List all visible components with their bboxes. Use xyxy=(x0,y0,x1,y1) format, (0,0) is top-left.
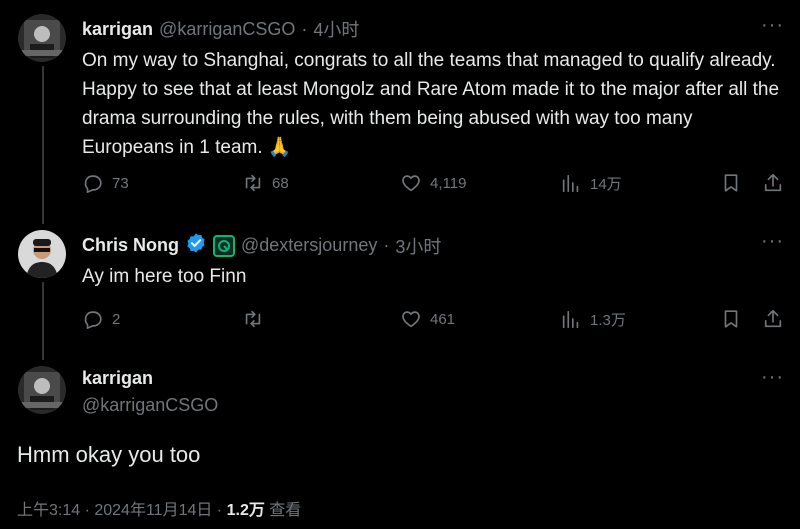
avatar[interactable] xyxy=(18,14,66,62)
affiliate-badge-icon[interactable] xyxy=(213,234,235,257)
share-icon xyxy=(764,309,782,328)
author-name[interactable]: karrigan xyxy=(82,19,153,40)
tweet-chris-nong[interactable]: Chris Nong @dextersjourney · 3小时 ··· Ay … xyxy=(0,220,800,360)
reply-count: 73 xyxy=(112,174,129,192)
views-total: 1.2万 xyxy=(226,502,265,519)
author-handle[interactable]: @dextersjourney xyxy=(241,235,377,256)
heart-icon xyxy=(402,175,420,192)
tweet-text: Hmm okay you too xyxy=(17,442,201,467)
timestamp[interactable]: 4小时 xyxy=(313,16,359,42)
author-name[interactable]: Chris Nong xyxy=(82,235,179,256)
tweet-karrigan[interactable]: karrigan @karriganCSGO · 4小时 ··· On my w… xyxy=(0,0,800,224)
thread-line xyxy=(42,66,44,224)
views-count: 1.3万 xyxy=(590,311,626,329)
share-button[interactable] xyxy=(762,172,784,194)
author-name[interactable]: karrigan xyxy=(82,368,153,389)
tweet-header: Chris Nong @dextersjourney · 3小时 xyxy=(82,232,441,259)
post-datetime[interactable]: 上午3:14 · 2024年11月14日 · xyxy=(17,502,227,519)
views-count: 14万 xyxy=(590,175,622,193)
reply-button[interactable]: 2 xyxy=(82,308,120,330)
bookmark-button[interactable] xyxy=(720,172,742,194)
repost-button[interactable] xyxy=(242,308,272,330)
like-count: 461 xyxy=(430,310,456,328)
author-name-row: karrigan xyxy=(82,368,153,389)
avatar[interactable] xyxy=(18,230,66,278)
author-handle-row: @karriganCSGO xyxy=(82,395,218,416)
views-button[interactable]: 1.3万 xyxy=(560,308,626,330)
tweet-text: On my way to Shanghai, congrats to all t… xyxy=(82,50,780,158)
author-handle[interactable]: @karriganCSGO xyxy=(159,19,295,40)
heart-icon xyxy=(402,311,420,328)
reply-icon xyxy=(84,311,102,329)
more-options-icon[interactable]: ··· xyxy=(761,230,784,253)
action-bar: 73 68 4,119 14万 xyxy=(82,172,784,198)
reply-button[interactable]: 73 xyxy=(82,172,129,194)
like-button[interactable]: 461 xyxy=(400,308,455,330)
separator: · xyxy=(383,235,390,255)
tweet-text: Ay im here too Finn xyxy=(82,266,247,287)
more-options-icon[interactable]: ··· xyxy=(761,14,784,37)
more-options-icon[interactable]: ··· xyxy=(761,366,784,389)
share-icon xyxy=(764,173,782,192)
views-button[interactable]: 14万 xyxy=(560,172,622,194)
bookmark-icon xyxy=(724,310,738,328)
like-button[interactable]: 4,119 xyxy=(400,172,466,194)
like-count: 4,119 xyxy=(430,174,467,192)
repost-icon xyxy=(245,174,261,192)
share-button[interactable] xyxy=(762,308,784,330)
tweet-header: karrigan @karriganCSGO · 4小时 xyxy=(82,16,359,42)
views-chart-icon xyxy=(562,310,579,329)
bookmark-icon xyxy=(724,174,738,192)
bookmark-button[interactable] xyxy=(720,308,742,330)
action-bar: 2 461 1.3万 xyxy=(82,308,784,334)
reply-icon xyxy=(84,175,102,193)
timestamp[interactable]: 3小时 xyxy=(395,233,441,259)
author-handle[interactable]: @karriganCSGO xyxy=(82,395,218,416)
views-chart-icon xyxy=(562,174,579,193)
views-label: 查看 xyxy=(264,502,302,519)
repost-count: 68 xyxy=(272,174,289,192)
reply-count: 2 xyxy=(112,310,121,328)
avatar[interactable] xyxy=(18,366,66,414)
separator: · xyxy=(301,18,308,39)
repost-button[interactable]: 68 xyxy=(242,172,289,194)
verified-badge-icon xyxy=(185,232,207,259)
tweet-meta: 上午3:14 · 2024年11月14日 · 1.2万 查看 xyxy=(17,496,301,520)
thread-line xyxy=(42,282,44,360)
repost-icon xyxy=(245,310,261,328)
